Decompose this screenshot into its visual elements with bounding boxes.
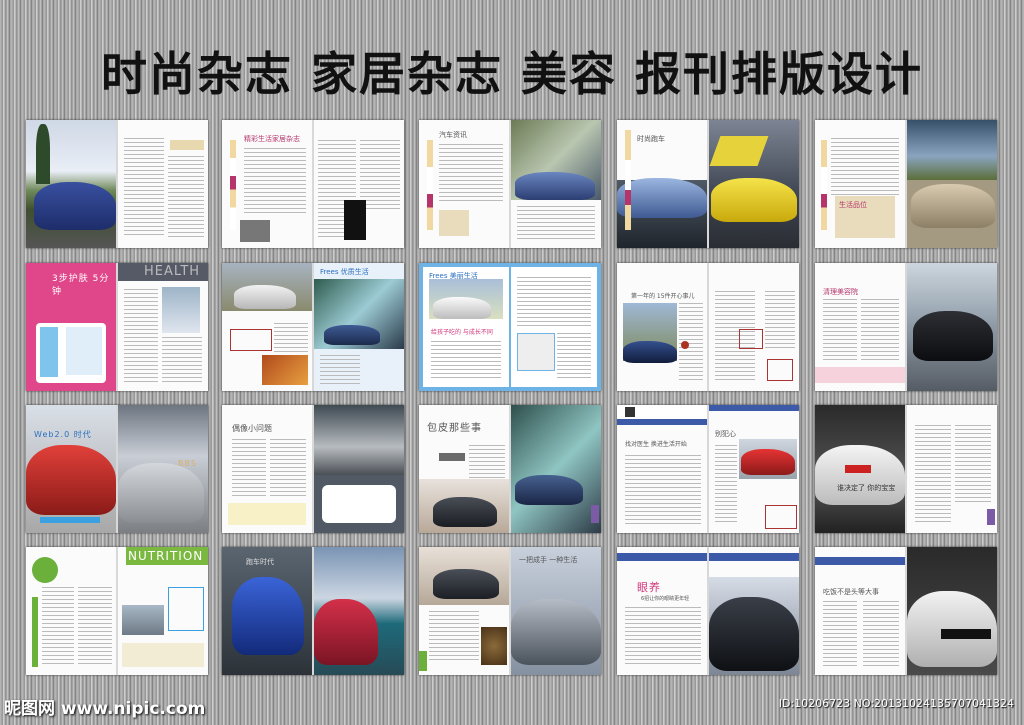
magazine-spread-2: 精彩生活家居杂志 [222,120,404,248]
car-photo [26,445,116,515]
spread-subheading: 6招让你的眼睛更年轻 [641,596,690,602]
spread-big-title: 眼养 [637,581,661,594]
car-photo [515,475,583,505]
spread-heading: 一把成手 一种生活 [519,556,578,564]
spread-word: NUTRITION [128,549,204,563]
magazine-spread-3: 汽车资讯 [419,120,601,248]
magazine-spread-18: 一把成手 一种生活 [419,547,601,675]
magazine-spread-12: 偶像小问题 [222,405,404,533]
car-photo [711,178,797,222]
car-photo [118,463,204,523]
magazine-spread-10: 清理美容院 [815,263,997,391]
magazine-spread-7: Frees 优质生活 [222,263,404,391]
spread-big-title: 包皮那些事 [427,423,482,434]
magazine-spread-11: Web2.0 时代 BBS [26,405,208,533]
car-photo [515,172,595,200]
magazine-spread-13: 包皮那些事 [419,405,601,533]
car-photo [234,285,296,309]
car-photo [324,325,380,345]
magazine-spread-8: Frees 美丽生活 给孩子吃的 与成长不同 [419,263,601,391]
car-photo [741,449,795,475]
car-photo [511,599,601,665]
spread-heading: 生活品位 [839,201,867,209]
car-photo [709,597,799,671]
spread-big-title: 3步护肤 5分钟 [52,274,110,297]
magazine-spread-17: 跑车时代 [222,547,404,675]
car-photo [911,184,995,228]
car-photo [314,599,378,665]
watermark-site: 昵图网 www.nipic.com [4,699,206,719]
watermark-id: ID:10206723 NO:20131024135707041324 [778,697,1014,710]
spread-heading: 时尚跑车 [637,135,665,143]
spread-word: HEALTH [144,264,201,279]
spread-heading: 偶像小问题 [232,424,272,433]
spread-subheading: 给孩子吃的 与成长不同 [431,329,493,336]
magazine-spread-4: 时尚跑车 [617,120,799,248]
spread-heading: 吃饭不是头等大事 [823,588,879,596]
magazine-spread-1 [26,120,208,248]
spread-heading: 谁决定了 你的宝宝 [837,484,896,492]
car-photo [913,311,993,361]
magazine-spread-20: 吃饭不是头等大事 [815,547,997,675]
magazine-spread-9: 第一年的 15件开心事儿 [617,263,799,391]
spread-heading: Frees 优质生活 [320,268,369,276]
car-photo [433,569,499,599]
magazine-spread-19: 眼养 6招让你的眼睛更年轻 [617,547,799,675]
spread-big-title: Web2.0 时代 [34,430,92,439]
magazine-spread-6: 3步护肤 5分钟 HEALTH [26,263,208,391]
magazine-spread-5: 生活品位 [815,120,997,248]
car-photo [433,497,497,527]
spread-heading: 汽车资讯 [439,131,467,139]
spread-heading: 别犯心 [715,430,736,438]
page-left [26,120,116,248]
spread-heading: 第一年的 15件开心事儿 [631,293,695,300]
spread-heading: 清理美容院 [823,288,858,296]
car-photo [815,445,905,505]
car-photo [433,297,491,319]
car-photo [34,182,116,230]
spread-heading: 精彩生活家居杂志 [244,135,300,143]
car-photo [623,341,677,363]
magazine-spread-15: 谁决定了 你的宝宝 [815,405,997,533]
spread-subheading: 找对医生 换进生活开始 [625,441,687,448]
page-title: 时尚杂志 家居杂志 美容 报刊排版设计 [100,47,924,101]
magazine-spread-16: NUTRITION [26,547,208,675]
magazine-spread-14: 找对医生 换进生活开始 别犯心 [617,405,799,533]
car-photo [232,577,304,655]
spread-heading: 跑车时代 [246,558,274,566]
page-right [118,120,208,248]
